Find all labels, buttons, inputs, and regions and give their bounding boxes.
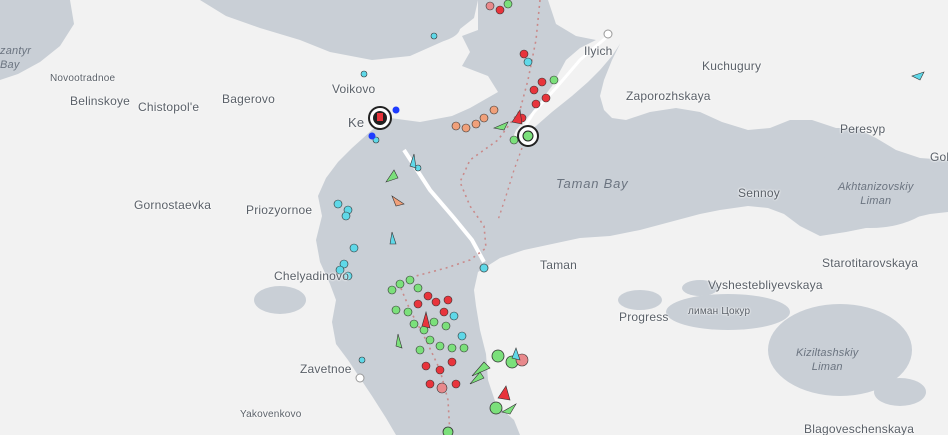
place-label-kerch: Ke [348,115,365,130]
vessel-circle-icon [549,75,559,85]
vessel-circle-icon [436,382,448,394]
vessel-circle-icon [405,275,415,285]
vessel-circle-icon [349,243,359,253]
place-label-zaporozhskaya: Zaporozhskaya [626,89,711,103]
vessel-circle-icon [447,343,457,353]
place-label-chistopole: Chistopol'e [138,100,200,114]
water-label-line: zantyr [0,45,32,57]
place-label-gornostaevka: Gornostaevka [134,198,212,212]
place-label-progress: Progress [619,310,669,324]
vessel-circle-icon [413,299,423,309]
vessel-circle-icon [403,307,413,317]
vessel-circle-icon [358,356,366,364]
place-label-voikovo: Voikovo [332,82,376,96]
place-label-bagerovo: Bagerovo [222,92,275,106]
place-label-peresyp: Peresyp [840,122,886,136]
vessel-circle-icon [409,319,419,329]
vessel-circle-icon [451,121,461,131]
vessel-circle-icon [435,365,445,375]
vessel-circle-icon [489,105,499,115]
vessel-circle-icon [442,426,454,435]
vessel-circle-icon [479,113,489,123]
vessel-circle-icon [392,106,400,114]
vessel-circle-icon [429,317,439,327]
place-label-belinskoye: Belinskoye [70,94,131,108]
place-label-yakovenkovo: Yakovenkovo [240,409,302,420]
vessel-circle-icon [449,311,459,321]
vessel-circle-icon [451,379,461,389]
town-dot-zavetnoe [355,373,365,383]
vessel-circle-icon [423,291,433,301]
water-label-line: Liman [860,195,892,207]
small-liman-3 [254,286,306,314]
place-label-gol: Gol [930,150,948,164]
vessel-circle-icon [415,345,425,355]
vessel-circle-icon [421,361,431,371]
place-label-starotitarovskaya: Starotitarovskaya [822,256,919,270]
vessel-circle-icon [435,341,445,351]
vessel-map[interactable]: Novootradnoe Belinskoye Chistopol'e Bage… [0,0,948,435]
place-label-novootradnoe: Novootradnoe [50,73,116,84]
place-label-ilyich: Ilyich [584,44,613,58]
vessel-circle-icon [425,335,435,345]
vessel-circle-icon [489,401,503,415]
small-liman-1 [618,290,662,310]
water-label-line: Kiziltashskiy [796,347,859,359]
place-label-liman-tsokur: лиман Цокур [688,306,751,317]
vessel-circle-icon [457,331,467,341]
place-label-kuchugury: Kuchugury [702,59,762,73]
place-label-taman: Taman [540,258,578,272]
vessel-circle-icon [441,321,451,331]
water-label-taman-bay: Taman Bay [556,176,629,191]
vessel-circle-icon [495,5,505,15]
place-label-zavetnoe: Zavetnoe [300,362,352,376]
water-label-azantyr: zantyr Bay [0,44,31,72]
vessel-circle-icon [509,135,519,145]
vessel-circle-icon [519,49,529,59]
vessel-circle-icon [395,279,405,289]
vessel-circle-icon [413,283,423,293]
port-icon[interactable] [517,125,539,147]
water-label-line: Liman [811,361,843,373]
vessel-circle-icon [431,297,441,307]
place-label-priozyornoe: Priozyornoe [246,203,313,217]
vessel-circle-icon [479,263,489,273]
place-label-sennoy: Sennoy [738,186,780,200]
vessel-circle-icon [523,57,533,67]
vessel-circle-icon [471,119,481,129]
vessel-circle-icon [541,93,551,103]
vessel-circle-icon [443,295,453,305]
water-label-line: Akhtanizovskiy [838,181,914,193]
vessel-circle-icon [341,211,351,221]
vessel-circle-icon [391,305,401,315]
vessel-circle-icon [430,32,438,40]
vessel-circle-icon [360,70,368,78]
vessel-circle-icon [537,77,547,87]
place-label-chelyadinovo: Chelyadinovo [274,269,350,283]
water-label-kiziltashskiy: Kiziltashskiy Liman [796,346,859,374]
vessel-circle-icon [447,357,457,367]
vessel-circle-icon [531,99,541,109]
port-icon[interactable] [368,106,392,130]
vessel-circle-icon [368,132,376,140]
vessel-circle-icon [425,379,435,389]
vessel-circle-icon [461,123,471,133]
place-label-vyshestebliyevskaya: Vyshestebliyevskaya [708,278,823,292]
place-label-blagoveschenskaya: Blagoveschenskaya [804,422,915,435]
vessel-circle-icon [459,343,469,353]
vessel-circle-icon [491,349,505,363]
vessel-circle-icon [333,199,343,209]
vessel-circle-icon [387,285,397,295]
vessel-circle-icon [529,85,539,95]
vessel-circle-icon [439,307,449,317]
water-label-akhtanizovskiy: Akhtanizovskiy Liman [838,180,914,208]
vessel-circle-icon [485,1,495,11]
water-label-line: Bay [0,59,20,71]
town-dot-ilyich [603,29,613,39]
vessel-circle-icon [503,0,513,9]
small-liman-5 [874,378,926,406]
